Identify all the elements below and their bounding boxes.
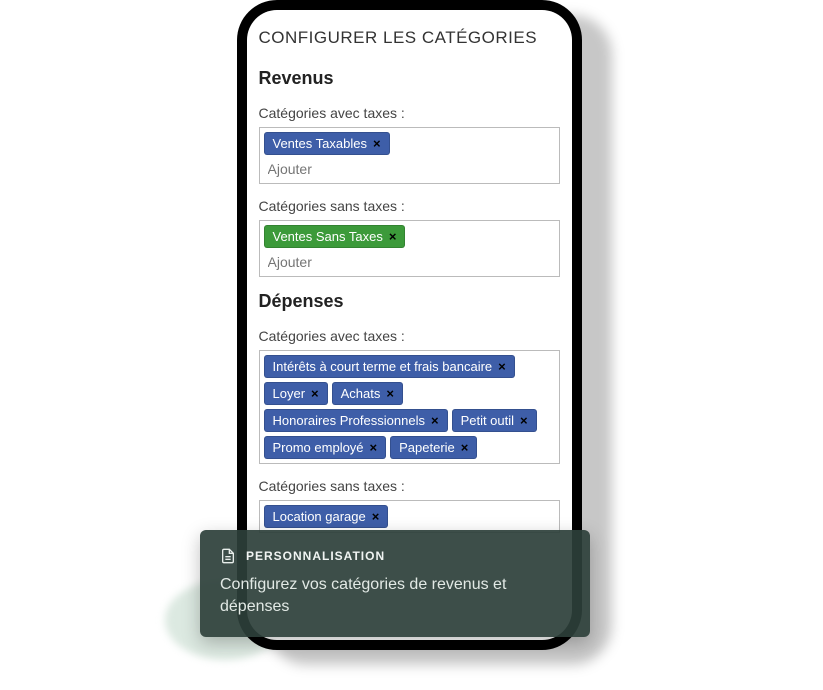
close-icon[interactable]: × <box>372 510 380 523</box>
tag-interets[interactable]: Intérêts à court terme et frais bancaire… <box>264 355 515 378</box>
section-heading-depenses: Dépenses <box>259 291 560 312</box>
revenus-without-taxes-label: Catégories sans taxes : <box>259 198 560 214</box>
depenses-with-taxes-input[interactable]: Intérêts à court terme et frais bancaire… <box>259 350 560 464</box>
tag-ventes-sans-taxes[interactable]: Ventes Sans Taxes × <box>264 225 406 248</box>
close-icon[interactable]: × <box>431 414 439 427</box>
close-icon[interactable]: × <box>520 414 528 427</box>
add-tag-input[interactable] <box>264 159 453 179</box>
tag-label: Intérêts à court terme et frais bancaire <box>273 359 493 374</box>
tag-label: Honoraires Professionnels <box>273 413 425 428</box>
tag-label: Ventes Sans Taxes <box>273 229 383 244</box>
tag-label: Petit outil <box>461 413 514 428</box>
overlay-title: PERSONNALISATION <box>246 549 385 563</box>
close-icon[interactable]: × <box>373 137 381 150</box>
close-icon[interactable]: × <box>311 387 319 400</box>
tag-label: Achats <box>341 386 381 401</box>
tag-petit-outil[interactable]: Petit outil × <box>452 409 537 432</box>
tag-label: Loyer <box>273 386 306 401</box>
revenus-without-taxes-input[interactable]: Ventes Sans Taxes × <box>259 220 560 277</box>
revenus-with-taxes-input[interactable]: Ventes Taxables × <box>259 127 560 184</box>
tag-label: Papeterie <box>399 440 455 455</box>
tag-ventes-taxables[interactable]: Ventes Taxables × <box>264 132 390 155</box>
tag-label: Ventes Taxables <box>273 136 367 151</box>
document-icon <box>220 548 236 564</box>
tag-label: Promo employé <box>273 440 364 455</box>
section-heading-revenus: Revenus <box>259 68 560 89</box>
revenus-with-taxes-label: Catégories avec taxes : <box>259 105 560 121</box>
tag-promo-employe[interactable]: Promo employé × <box>264 436 387 459</box>
overlay-header: PERSONNALISATION <box>220 548 570 564</box>
screen-content: CONFIGURER LES CATÉGORIES Revenus Catégo… <box>247 10 572 561</box>
page-title: CONFIGURER LES CATÉGORIES <box>259 28 560 48</box>
tag-honoraires[interactable]: Honoraires Professionnels × <box>264 409 448 432</box>
close-icon[interactable]: × <box>386 387 394 400</box>
depenses-without-taxes-label: Catégories sans taxes : <box>259 478 560 494</box>
tag-papeterie[interactable]: Papeterie × <box>390 436 477 459</box>
close-icon[interactable]: × <box>370 441 378 454</box>
tag-label: Location garage <box>273 509 366 524</box>
depenses-with-taxes-label: Catégories avec taxes : <box>259 328 560 344</box>
tag-location-garage[interactable]: Location garage × <box>264 505 389 528</box>
close-icon[interactable]: × <box>498 360 506 373</box>
add-tag-input[interactable] <box>264 252 453 272</box>
tag-achats[interactable]: Achats × <box>332 382 403 405</box>
close-icon[interactable]: × <box>461 441 469 454</box>
info-overlay-card: PERSONNALISATION Configurez vos catégori… <box>200 530 590 637</box>
depenses-without-taxes-input[interactable]: Location garage × <box>259 500 560 533</box>
close-icon[interactable]: × <box>389 230 397 243</box>
tag-loyer[interactable]: Loyer × <box>264 382 328 405</box>
overlay-description: Configurez vos catégories de revenus et … <box>220 574 570 619</box>
